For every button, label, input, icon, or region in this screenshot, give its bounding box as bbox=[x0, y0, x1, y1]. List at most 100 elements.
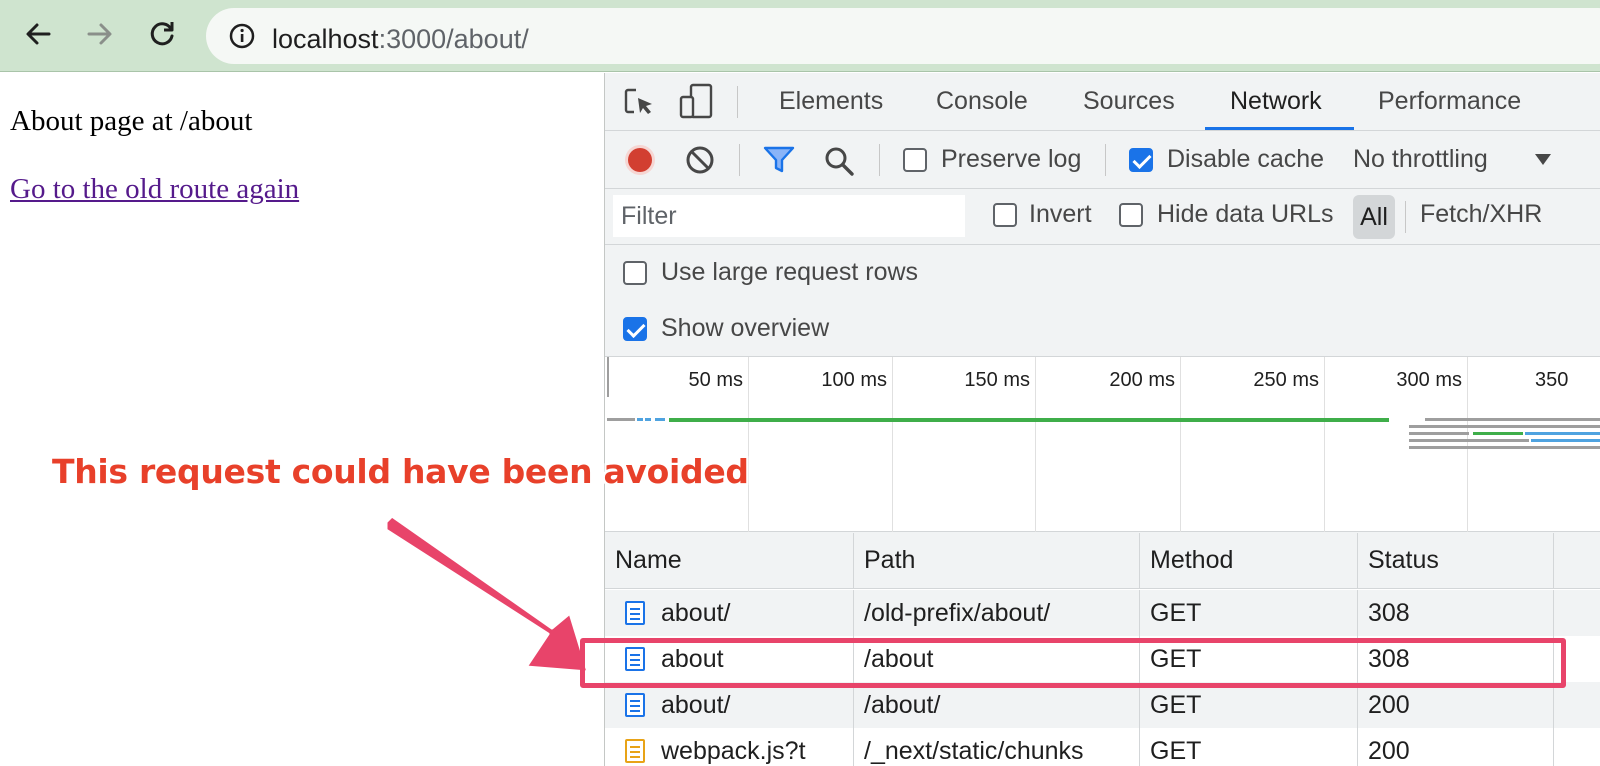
forward-button[interactable] bbox=[80, 14, 120, 54]
tab-sources[interactable]: Sources bbox=[1083, 87, 1175, 116]
throttling-dropdown[interactable] bbox=[1533, 151, 1553, 167]
url-path: :3000/about/ bbox=[378, 24, 529, 54]
request-method: GET bbox=[1140, 590, 1358, 636]
column-header-method[interactable]: Method bbox=[1140, 533, 1358, 588]
type-filter-fetch-xhr[interactable]: Fetch/XHR bbox=[1420, 200, 1542, 229]
toolbar-separator-3 bbox=[1105, 144, 1106, 176]
network-options: Use large request rows Show overview bbox=[605, 245, 1600, 357]
table-header-row: Name Path Method Status bbox=[605, 533, 1600, 589]
overview-tick-label: 300 ms bbox=[1396, 369, 1462, 391]
annotation-highlight-box bbox=[580, 638, 1566, 688]
table-row[interactable]: about/ /old-prefix/about/ GET 308 bbox=[605, 590, 1600, 636]
request-path: /_next/static/chunks bbox=[854, 728, 1140, 766]
overview-bar bbox=[1409, 425, 1600, 428]
reload-button[interactable] bbox=[142, 14, 182, 54]
overview-start-marker bbox=[607, 357, 609, 397]
show-overview-checkbox[interactable] bbox=[623, 317, 647, 341]
request-status: 200 bbox=[1358, 728, 1554, 766]
request-status: 308 bbox=[1358, 590, 1554, 636]
overview-bar bbox=[1473, 432, 1523, 435]
large-rows-checkbox[interactable] bbox=[623, 261, 647, 285]
overview-bar bbox=[1525, 432, 1600, 435]
hide-data-urls-checkbox[interactable] bbox=[1119, 203, 1143, 227]
request-method: GET bbox=[1140, 682, 1358, 728]
column-header-name[interactable]: Name bbox=[605, 533, 854, 588]
disable-cache-checkbox[interactable] bbox=[1129, 148, 1153, 172]
page-title: About page at /about bbox=[10, 105, 253, 137]
arrow-left-icon bbox=[26, 23, 51, 45]
browser-toolbar: localhost:3000/about/ bbox=[0, 0, 1600, 72]
overview-gridline bbox=[1324, 357, 1325, 532]
overview-bar bbox=[1425, 418, 1600, 421]
throttling-select[interactable]: No throttling bbox=[1353, 145, 1488, 174]
column-header-status[interactable]: Status bbox=[1358, 533, 1554, 588]
page-viewport: About page at /about Go to the old route… bbox=[0, 73, 604, 766]
tab-performance[interactable]: Performance bbox=[1378, 87, 1521, 116]
column-header-path[interactable]: Path bbox=[854, 533, 1140, 588]
block-icon bbox=[686, 146, 714, 174]
overview-gridline bbox=[892, 357, 893, 532]
table-row[interactable]: webpack.js?t /_next/static/chunks GET 20… bbox=[605, 728, 1600, 766]
overview-tick-label: 150 ms bbox=[964, 369, 1030, 391]
script-file-icon bbox=[625, 739, 645, 763]
overview-bar bbox=[1409, 432, 1469, 435]
filter-input[interactable] bbox=[613, 195, 965, 237]
overview-tick-label: 100 ms bbox=[821, 369, 887, 391]
request-name-cell: about/ bbox=[605, 682, 854, 728]
info-icon[interactable] bbox=[228, 22, 256, 50]
clear-button[interactable] bbox=[685, 145, 715, 175]
request-path: /about/ bbox=[854, 682, 1140, 728]
tab-network[interactable]: Network bbox=[1230, 87, 1322, 116]
invert-checkbox[interactable] bbox=[993, 203, 1017, 227]
overview-bar bbox=[645, 418, 651, 421]
invert-label: Invert bbox=[1029, 200, 1092, 228]
overview-bar bbox=[655, 418, 665, 421]
tab-elements[interactable]: Elements bbox=[779, 87, 883, 116]
overview-gridline bbox=[1180, 357, 1181, 532]
device-icon bbox=[679, 83, 713, 119]
overview-bar bbox=[1531, 439, 1600, 442]
column-header-more[interactable] bbox=[1554, 533, 1600, 588]
network-toolbar: Preserve log Disable cache No throttling bbox=[605, 131, 1600, 189]
request-name: about/ bbox=[661, 690, 731, 719]
old-route-link[interactable]: Go to the old route again bbox=[10, 173, 299, 206]
search-icon bbox=[825, 147, 854, 176]
overview-gridline bbox=[1467, 357, 1468, 532]
overview-bar bbox=[607, 418, 635, 421]
url-text[interactable]: localhost:3000/about/ bbox=[272, 24, 529, 55]
toolbar-separator-2 bbox=[879, 144, 880, 176]
overview-tick-label: 250 ms bbox=[1253, 369, 1319, 391]
network-overview-timeline[interactable]: 50 ms 100 ms 150 ms 200 ms 250 ms 300 ms… bbox=[605, 357, 1600, 532]
overview-bar bbox=[1409, 439, 1529, 442]
record-button[interactable] bbox=[623, 143, 657, 177]
annotation-text: This request could have been avoided bbox=[52, 452, 749, 491]
tabbar-separator bbox=[737, 86, 738, 118]
address-bar[interactable]: localhost:3000/about/ bbox=[206, 8, 1600, 64]
type-filter-all[interactable]: All bbox=[1353, 195, 1395, 239]
url-host: localhost bbox=[272, 24, 379, 54]
tab-console[interactable]: Console bbox=[936, 87, 1028, 116]
filter-funnel-icon bbox=[763, 146, 795, 173]
disable-cache-label: Disable cache bbox=[1167, 145, 1325, 173]
overview-bar bbox=[669, 418, 1389, 422]
device-toolbar-button[interactable] bbox=[679, 83, 715, 121]
request-name-cell: about/ bbox=[605, 590, 854, 636]
request-name-cell: webpack.js?t bbox=[605, 728, 854, 766]
active-tab-indicator bbox=[1205, 127, 1354, 130]
overview-bar bbox=[1409, 446, 1600, 449]
request-extra bbox=[1554, 728, 1600, 766]
preserve-log-checkbox[interactable] bbox=[903, 148, 927, 172]
request-status: 200 bbox=[1358, 682, 1554, 728]
table-row[interactable]: about/ /about/ GET 200 bbox=[605, 682, 1600, 728]
record-icon bbox=[625, 145, 655, 175]
back-button[interactable] bbox=[18, 14, 58, 54]
search-button[interactable] bbox=[823, 145, 855, 177]
request-extra bbox=[1554, 590, 1600, 636]
cursor-select-icon bbox=[624, 88, 652, 114]
request-path: /old-prefix/about/ bbox=[854, 590, 1140, 636]
filter-toggle-button[interactable] bbox=[763, 145, 795, 175]
inspect-element-button[interactable] bbox=[621, 85, 657, 121]
overview-tick-label: 50 ms bbox=[688, 369, 743, 391]
preserve-log-label: Preserve log bbox=[941, 145, 1082, 173]
overview-bar bbox=[637, 418, 643, 421]
